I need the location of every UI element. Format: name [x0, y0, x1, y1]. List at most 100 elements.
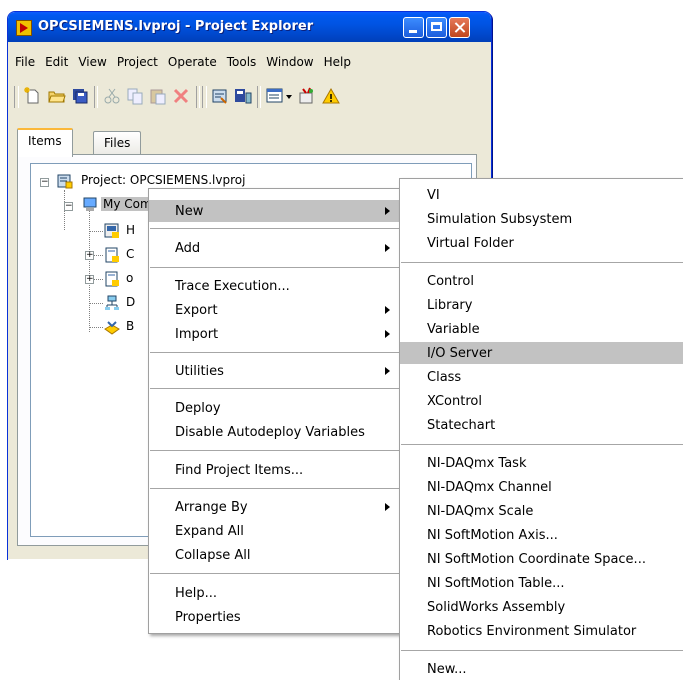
build-icon[interactable] [211, 87, 229, 105]
menu-separator [150, 388, 399, 389]
menu-item-add[interactable]: Add [149, 237, 400, 259]
dependencies-icon [105, 295, 119, 310]
submenu-item-daqmx-channel[interactable]: NI-DAQmx Channel [400, 476, 683, 498]
maximize-button[interactable] [426, 17, 447, 38]
expand-toggle[interactable]: + [85, 251, 94, 260]
submenu-arrow-icon [385, 207, 390, 215]
tree-connector [89, 327, 103, 328]
submenu-item-softmotion-axis[interactable]: NI SoftMotion Axis... [400, 524, 683, 546]
submenu-item-vi[interactable]: VI [400, 184, 683, 206]
child-node-label[interactable]: B [126, 319, 134, 333]
menu-edit[interactable]: Edit [41, 53, 72, 71]
menu-file[interactable]: File [11, 53, 39, 71]
library-icon [105, 271, 119, 287]
submenu-item-control[interactable]: Control [400, 270, 683, 292]
labview-project-icon [16, 20, 32, 36]
menu-item-utilities[interactable]: Utilities [149, 360, 400, 382]
submenu-item-softmotion-table[interactable]: NI SoftMotion Table... [400, 572, 683, 594]
menu-tools[interactable]: Tools [223, 53, 261, 71]
menu-item-export[interactable]: Export [149, 299, 400, 321]
child-node-label[interactable]: C [126, 247, 134, 261]
menu-item-trace-execution[interactable]: Trace Execution... [149, 275, 400, 297]
menu-separator [150, 352, 399, 353]
project-node-label[interactable]: Project: OPCSIEMENS.lvproj [81, 173, 245, 187]
menu-item-new[interactable]: New [149, 200, 400, 222]
menu-item-find-project-items[interactable]: Find Project Items... [149, 459, 400, 481]
submenu-item-virtual-folder[interactable]: Virtual Folder [400, 232, 683, 254]
submenu-item-xcontrol[interactable]: XControl [400, 390, 683, 412]
submenu-item-solidworks-assembly[interactable]: SolidWorks Assembly [400, 596, 683, 618]
menu-separator [401, 262, 683, 263]
submenu-item-library[interactable]: Library [400, 294, 683, 316]
collapse-project-toggle[interactable]: − [40, 178, 49, 187]
new-file-icon[interactable] [24, 87, 42, 105]
menu-help[interactable]: Help [320, 53, 355, 71]
new-submenu: VI Simulation Subsystem Virtual Folder C… [399, 178, 683, 680]
collapse-computer-toggle[interactable]: − [64, 202, 73, 211]
menu-item-collapse-all[interactable]: Collapse All [149, 544, 400, 566]
toolbar-separator [257, 86, 261, 108]
cut-icon[interactable] [103, 87, 121, 105]
paste-icon[interactable] [149, 87, 167, 105]
build-specifications-icon [104, 321, 120, 335]
toolbar-separator [196, 86, 200, 108]
tree-connector [89, 210, 90, 332]
menu-item-disable-autodeploy[interactable]: Disable Autodeploy Variables [149, 421, 400, 443]
submenu-arrow-icon [385, 244, 390, 252]
menu-item-properties[interactable]: Properties [149, 606, 400, 628]
title-bar[interactable]: OPCSIEMENS.lvproj - Project Explorer [8, 12, 491, 42]
menu-project[interactable]: Project [113, 53, 162, 71]
menu-item-help[interactable]: Help... [149, 582, 400, 604]
child-node-label[interactable]: H [126, 223, 135, 237]
properties-icon[interactable] [298, 87, 316, 105]
child-node-label[interactable]: o [126, 271, 133, 285]
submenu-arrow-icon [385, 503, 390, 511]
toolbar [12, 83, 491, 111]
submenu-item-statechart[interactable]: Statechart [400, 414, 683, 436]
save-all-icon[interactable] [71, 87, 89, 105]
class-icon [105, 247, 119, 263]
tab-files[interactable]: Files [93, 131, 142, 154]
tree-connector [89, 303, 103, 304]
menu-item-expand-all[interactable]: Expand All [149, 520, 400, 542]
vi-icon [104, 223, 119, 238]
toolbar-grip[interactable] [14, 86, 19, 108]
view-options-icon[interactable] [266, 87, 284, 105]
submenu-item-simulation-subsystem[interactable]: Simulation Subsystem [400, 208, 683, 230]
tab-items[interactable]: Items [17, 128, 73, 157]
menu-separator [401, 444, 683, 445]
submenu-item-softmotion-coordinate-space[interactable]: NI SoftMotion Coordinate Space... [400, 548, 683, 570]
child-node-label[interactable]: D [126, 295, 135, 309]
tree-connector [89, 231, 103, 232]
build-spec-icon[interactable] [234, 87, 252, 105]
submenu-item-daqmx-scale[interactable]: NI-DAQmx Scale [400, 500, 683, 522]
warning-icon[interactable] [322, 87, 340, 105]
expand-toggle[interactable]: + [85, 275, 94, 284]
menu-view[interactable]: View [74, 53, 110, 71]
submenu-arrow-icon [385, 330, 390, 338]
toolbar-grip[interactable] [202, 86, 207, 108]
chevron-down-icon[interactable] [284, 87, 294, 105]
submenu-item-daqmx-task[interactable]: NI-DAQmx Task [400, 452, 683, 474]
context-menu: New Add Trace Execution... Export Import… [148, 188, 401, 634]
menu-operate[interactable]: Operate [164, 53, 221, 71]
menu-item-import[interactable]: Import [149, 323, 400, 345]
submenu-item-io-server[interactable]: I/O Server [400, 342, 683, 364]
menu-separator [150, 267, 399, 268]
open-folder-icon[interactable] [48, 87, 66, 105]
computer-icon [83, 197, 97, 211]
submenu-item-variable[interactable]: Variable [400, 318, 683, 340]
close-button[interactable] [449, 17, 470, 38]
menu-separator [150, 488, 399, 489]
menu-item-arrange-by[interactable]: Arrange By [149, 496, 400, 518]
menu-item-deploy[interactable]: Deploy [149, 397, 400, 419]
delete-icon[interactable] [172, 87, 190, 105]
menu-window[interactable]: Window [262, 53, 317, 71]
submenu-item-class[interactable]: Class [400, 366, 683, 388]
submenu-item-new-dialog[interactable]: New... [400, 658, 683, 680]
copy-icon[interactable] [126, 87, 144, 105]
submenu-item-robotics-simulator[interactable]: Robotics Environment Simulator [400, 620, 683, 642]
window-title: OPCSIEMENS.lvproj - Project Explorer [38, 19, 314, 34]
minimize-button[interactable] [403, 17, 424, 38]
menu-separator [150, 228, 399, 229]
